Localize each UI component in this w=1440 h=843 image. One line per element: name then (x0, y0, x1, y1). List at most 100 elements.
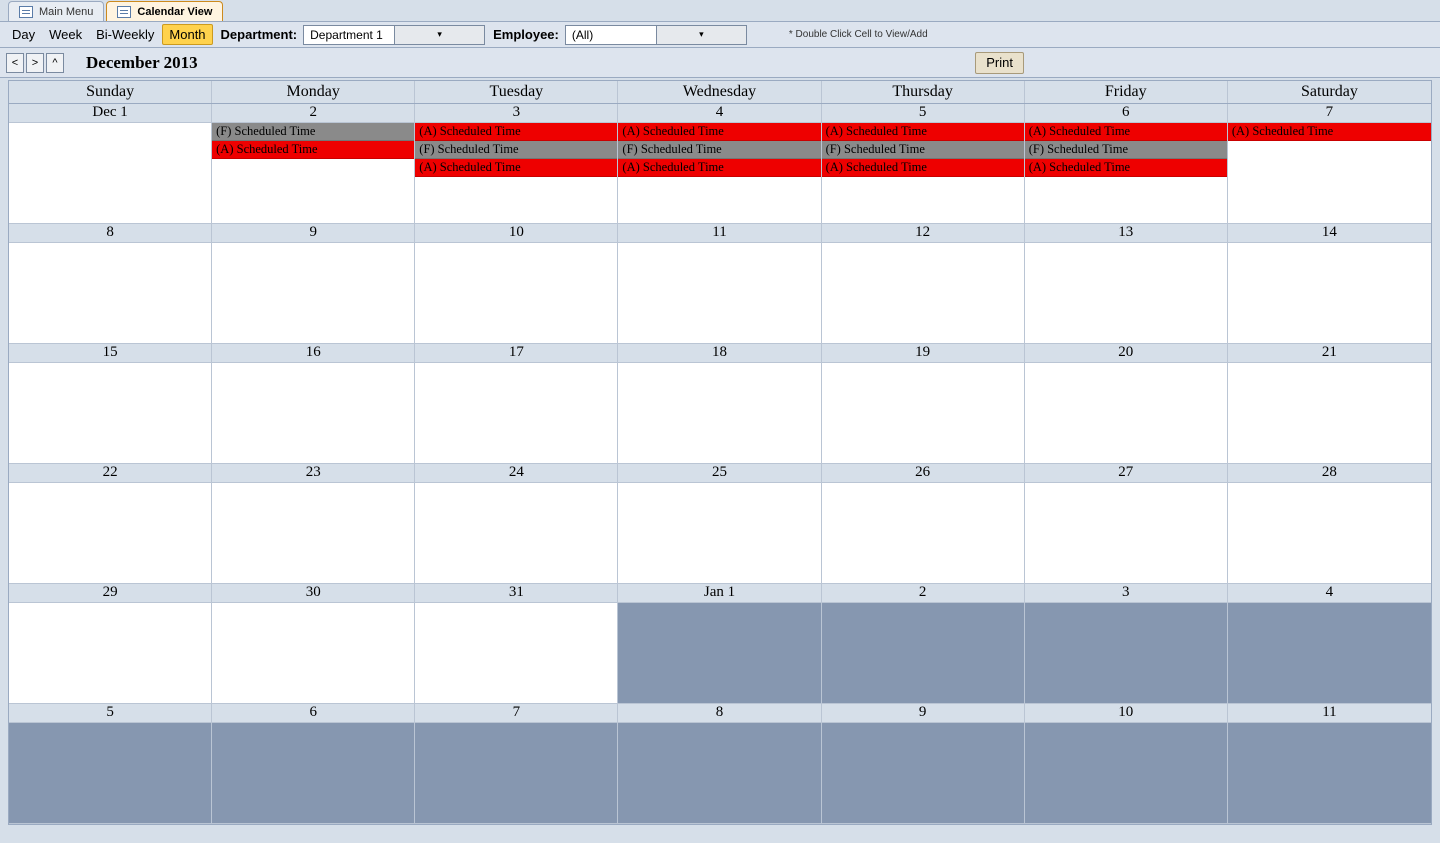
date-label: 26 (822, 464, 1024, 483)
calendar-cell[interactable]: 2 (822, 584, 1025, 704)
month-title: December 2013 (86, 53, 198, 73)
calendar-cell[interactable]: 12 (822, 224, 1025, 344)
nav-prev-button[interactable]: < (6, 53, 24, 73)
calendar-cell[interactable]: 7(A) Scheduled Time (1228, 104, 1431, 224)
events-area (1228, 363, 1431, 463)
event-item[interactable]: (F) Scheduled Time (212, 123, 414, 141)
event-item[interactable]: (A) Scheduled Time (212, 141, 414, 159)
calendar-cell[interactable]: 14 (1228, 224, 1431, 344)
events-area (9, 363, 211, 463)
events-area (618, 363, 820, 463)
events-area (9, 123, 211, 223)
calendar-cell[interactable]: 9 (822, 704, 1025, 824)
calendar-cell[interactable]: 22 (9, 464, 212, 584)
view-biweekly-button[interactable]: Bi-Weekly (90, 25, 160, 44)
calendar-cell[interactable]: Jan 1 (618, 584, 821, 704)
calendar-cell[interactable]: 27 (1025, 464, 1228, 584)
tab-main-menu-label: Main Menu (39, 6, 93, 18)
event-item[interactable]: (A) Scheduled Time (618, 123, 820, 141)
calendar-cell[interactable]: 20 (1025, 344, 1228, 464)
calendar-cell[interactable]: 18 (618, 344, 821, 464)
date-label: 15 (9, 344, 211, 363)
event-item[interactable]: (A) Scheduled Time (415, 159, 617, 177)
event-item[interactable]: (A) Scheduled Time (1025, 123, 1227, 141)
employee-label: Employee: (493, 27, 559, 42)
tab-calendar-view[interactable]: Calendar View (106, 1, 223, 21)
calendar-cell[interactable]: 9 (212, 224, 415, 344)
calendar-cell[interactable]: 26 (822, 464, 1025, 584)
dow-wednesday: Wednesday (618, 81, 821, 103)
calendar-cell[interactable]: 8 (618, 704, 821, 824)
event-item[interactable]: (A) Scheduled Time (822, 123, 1024, 141)
calendar-cell[interactable]: 30 (212, 584, 415, 704)
event-item[interactable]: (F) Scheduled Time (1025, 141, 1227, 159)
calendar-cell[interactable]: 11 (1228, 704, 1431, 824)
event-item[interactable]: (A) Scheduled Time (618, 159, 820, 177)
calendar-cell[interactable]: 25 (618, 464, 821, 584)
calendar-cell[interactable]: 15 (9, 344, 212, 464)
date-label: 4 (618, 104, 820, 123)
dow-sunday: Sunday (9, 81, 212, 103)
calendar-cell[interactable]: 29 (9, 584, 212, 704)
events-area (822, 483, 1024, 583)
date-label: 13 (1025, 224, 1227, 243)
calendar-cell[interactable]: Dec 1 (9, 104, 212, 224)
calendar-cell[interactable]: 23 (212, 464, 415, 584)
department-combo[interactable]: Department 1 ▾ (303, 25, 485, 45)
event-item[interactable]: (A) Scheduled Time (1025, 159, 1227, 177)
nav-today-button[interactable]: ^ (46, 53, 64, 73)
employee-combo[interactable]: (All) ▾ (565, 25, 747, 45)
calendar-cell[interactable]: 2(F) Scheduled Time(A) Scheduled Time (212, 104, 415, 224)
calendar-cell[interactable]: 3(A) Scheduled Time(F) Scheduled Time(A)… (415, 104, 618, 224)
events-area (415, 363, 617, 463)
calendar-cell[interactable]: 4 (1228, 584, 1431, 704)
date-label: 3 (415, 104, 617, 123)
events-area (618, 483, 820, 583)
calendar-cell[interactable]: 6 (212, 704, 415, 824)
event-item[interactable]: (F) Scheduled Time (822, 141, 1024, 159)
date-label: 9 (822, 704, 1024, 723)
date-label: 24 (415, 464, 617, 483)
calendar-cell[interactable]: 31 (415, 584, 618, 704)
calendar-cell[interactable]: 21 (1228, 344, 1431, 464)
calendar-cell[interactable]: 10 (1025, 704, 1228, 824)
event-item[interactable]: (A) Scheduled Time (822, 159, 1024, 177)
events-area: (A) Scheduled Time(F) Scheduled Time(A) … (415, 123, 617, 223)
calendar-cell[interactable]: 8 (9, 224, 212, 344)
date-label: 17 (415, 344, 617, 363)
calendar-cell[interactable]: 28 (1228, 464, 1431, 584)
calendar-cell[interactable]: 11 (618, 224, 821, 344)
event-item[interactable]: (F) Scheduled Time (415, 141, 617, 159)
event-item[interactable]: (A) Scheduled Time (1228, 123, 1431, 141)
calendar-cell[interactable]: 3 (1025, 584, 1228, 704)
nav-next-button[interactable]: > (26, 53, 44, 73)
calendar-cell[interactable]: 7 (415, 704, 618, 824)
calendar-cell[interactable]: 16 (212, 344, 415, 464)
dow-saturday: Saturday (1228, 81, 1431, 103)
date-label: 11 (618, 224, 820, 243)
calendar-cell[interactable]: 10 (415, 224, 618, 344)
events-area: (A) Scheduled Time(F) Scheduled Time(A) … (822, 123, 1024, 223)
calendar-cell[interactable]: 4(A) Scheduled Time(F) Scheduled Time(A)… (618, 104, 821, 224)
calendar-cell[interactable]: 19 (822, 344, 1025, 464)
calendar-cell[interactable]: 17 (415, 344, 618, 464)
view-day-button[interactable]: Day (6, 25, 41, 44)
calendar-cell[interactable]: 24 (415, 464, 618, 584)
calendar-cell[interactable]: 5(A) Scheduled Time(F) Scheduled Time(A)… (822, 104, 1025, 224)
calendar-cell[interactable]: 5 (9, 704, 212, 824)
view-month-button[interactable]: Month (162, 24, 212, 45)
view-week-button[interactable]: Week (43, 25, 88, 44)
events-area (9, 483, 211, 583)
date-label: 30 (212, 584, 414, 603)
events-area (212, 243, 414, 343)
calendar-cell[interactable]: 6(A) Scheduled Time(F) Scheduled Time(A)… (1025, 104, 1228, 224)
calendar-cell[interactable]: 13 (1025, 224, 1228, 344)
date-label: 11 (1228, 704, 1431, 723)
print-button[interactable]: Print (975, 52, 1024, 74)
event-item[interactable]: (A) Scheduled Time (415, 123, 617, 141)
tab-main-menu[interactable]: Main Menu (8, 1, 104, 21)
hint-text: * Double Click Cell to View/Add (789, 29, 928, 40)
event-item[interactable]: (F) Scheduled Time (618, 141, 820, 159)
events-area (822, 363, 1024, 463)
date-label: 31 (415, 584, 617, 603)
